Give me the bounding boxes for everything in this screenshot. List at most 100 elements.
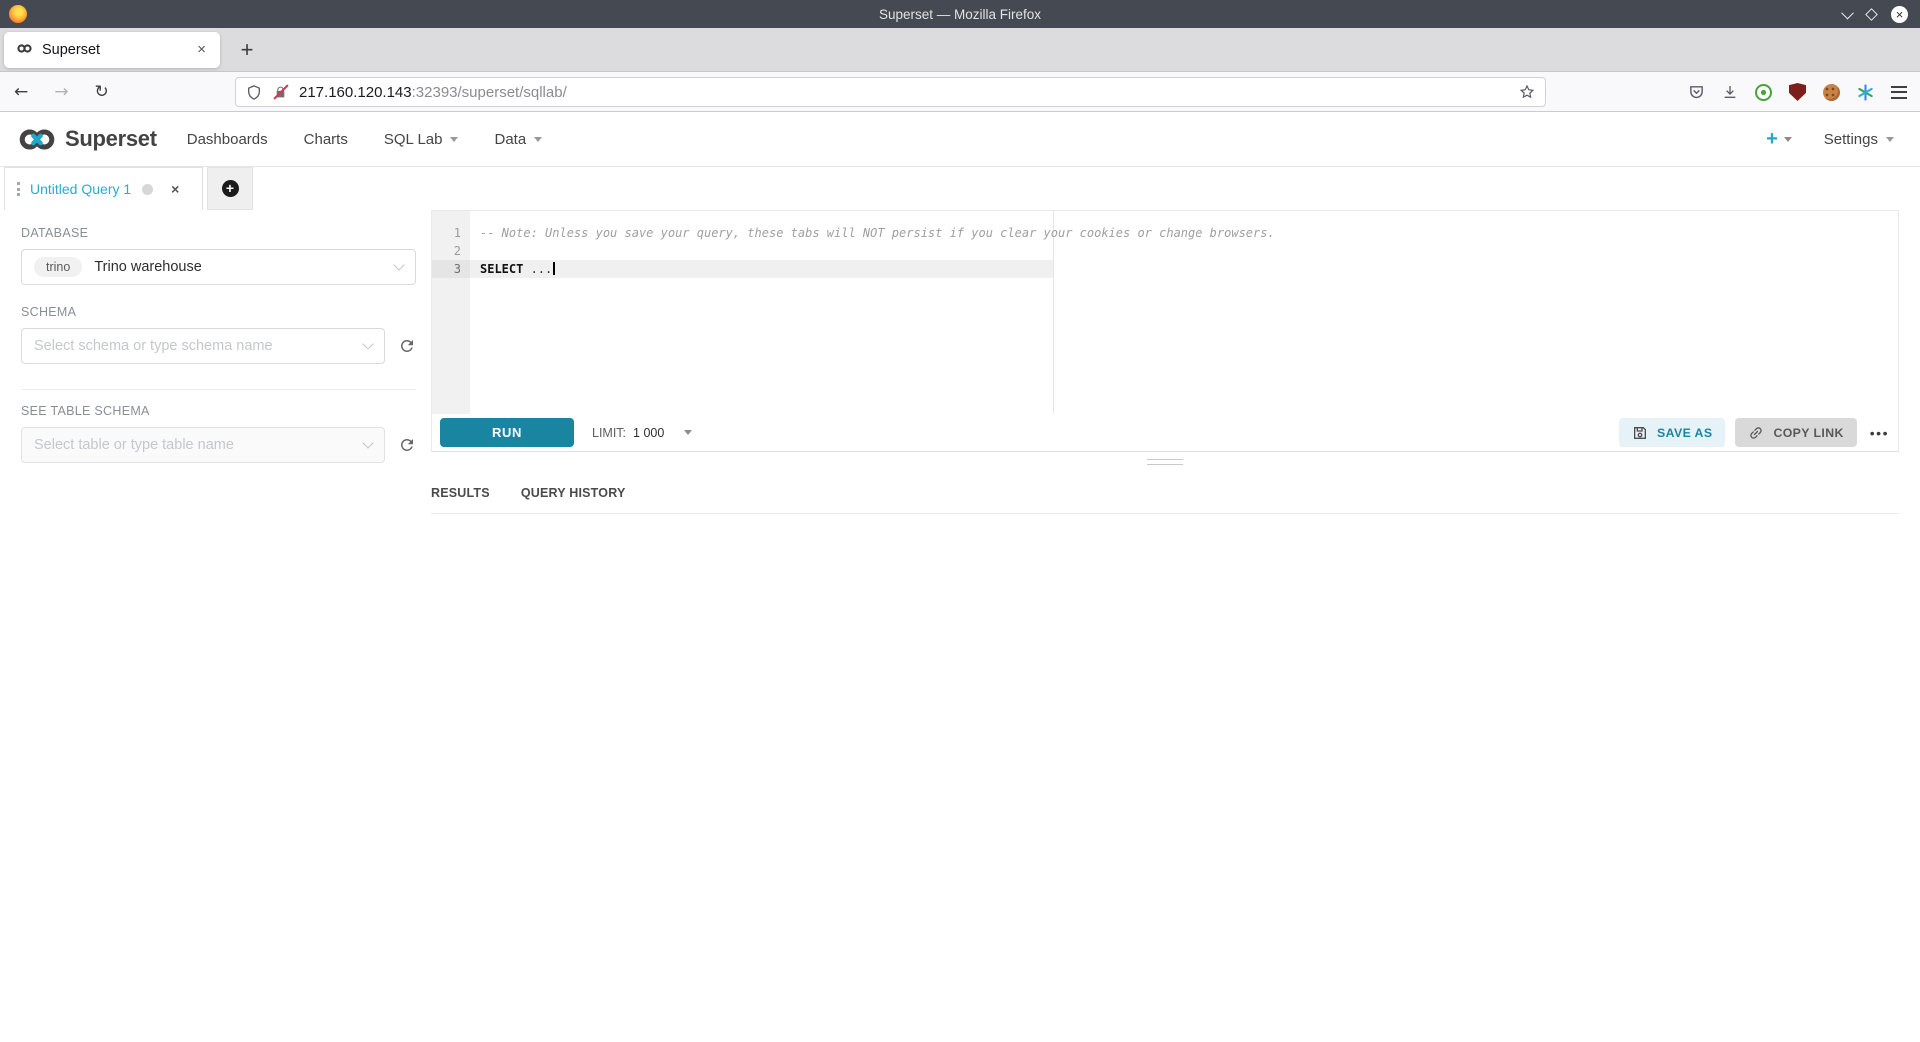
tracking-shield-icon[interactable] — [246, 84, 262, 101]
sqllab-main: DATABASE trino Trino warehouse SCHEMA Se… — [0, 210, 1920, 1041]
browser-tab-superset[interactable]: Superset × — [4, 32, 220, 68]
save-as-button[interactable]: SAVE AS — [1619, 418, 1725, 447]
brand-name[interactable]: Superset — [65, 126, 157, 152]
pocket-icon[interactable] — [1688, 84, 1705, 101]
more-menu-icon[interactable]: ••• — [1870, 425, 1889, 441]
limit-control[interactable]: LIMIT: 1 000 — [592, 426, 692, 440]
extension-asterisk-icon[interactable] — [1857, 84, 1874, 101]
editor-toolbar: RUN LIMIT: 1 000 SAVE AS — [432, 414, 1898, 452]
sidebar-divider — [21, 389, 416, 390]
drag-handle-icon — [1147, 459, 1183, 465]
sqllab-sidebar: DATABASE trino Trino warehouse SCHEMA Se… — [0, 210, 431, 1041]
chevron-down-icon — [362, 437, 373, 448]
browser-tab-title: Superset — [42, 42, 193, 58]
query-tab-close-icon[interactable]: × — [171, 182, 179, 196]
back-icon[interactable]: ← — [14, 82, 28, 102]
ublock-shield-icon[interactable] — [1789, 83, 1806, 101]
editor-code: -- Note: Unless you save your query, the… — [470, 224, 1898, 278]
window-title: Superset — Mozilla Firefox — [879, 7, 1041, 22]
browser-tab-close-icon[interactable]: × — [193, 40, 210, 59]
line-number: 3 — [432, 260, 470, 278]
settings-menu[interactable]: Settings — [1824, 131, 1894, 148]
pane-splitter[interactable] — [431, 452, 1899, 472]
cookie-extension-icon[interactable] — [1823, 84, 1840, 101]
forward-icon[interactable]: → — [54, 82, 68, 102]
table-select[interactable]: Select table or type table name — [21, 427, 385, 463]
chevron-down-icon — [393, 259, 404, 270]
drag-dots-icon — [17, 182, 20, 196]
firefox-icon — [9, 5, 27, 23]
database-engine-pill: trino — [34, 257, 82, 277]
browser-nav-buttons: ← → ↻ — [14, 72, 109, 112]
run-button[interactable]: RUN — [440, 418, 574, 447]
superset-favicon-icon — [16, 41, 33, 59]
window-maximize-icon[interactable] — [1865, 8, 1878, 21]
new-tab-button[interactable]: + — [230, 33, 264, 67]
navbar-right: + Settings — [1766, 128, 1894, 151]
caret-down-icon — [684, 430, 692, 435]
window-titlebar: Superset — Mozilla Firefox × — [0, 0, 1920, 28]
lock-slash-icon[interactable] — [274, 85, 287, 99]
nav-item-data[interactable]: Data — [494, 131, 542, 148]
results-tabbar: RESULTS QUERY HISTORY — [431, 472, 1899, 514]
query-status-dot — [142, 184, 153, 195]
table-placeholder: Select table or type table name — [34, 437, 234, 453]
database-select[interactable]: trino Trino warehouse — [21, 249, 416, 285]
download-icon[interactable] — [1722, 84, 1738, 100]
editor-gutter: 1 2 3 — [432, 211, 470, 414]
editor-column: 1 2 3 -- Note: Unless you save your quer… — [431, 210, 1899, 1041]
caret-down-icon — [1886, 137, 1894, 142]
query-tab-untitled[interactable]: Untitled Query 1 × — [4, 167, 203, 210]
window-minimize-icon[interactable] — [1841, 6, 1854, 19]
add-menu-button[interactable]: + — [1766, 128, 1792, 151]
bookmark-star-icon[interactable] — [1519, 84, 1535, 100]
database-value: Trino warehouse — [94, 259, 201, 275]
sql-comment: -- Note: Unless you save your query, the… — [480, 226, 1275, 240]
refresh-table-icon[interactable] — [398, 436, 416, 454]
database-label: DATABASE — [21, 226, 431, 240]
editor-panel: 1 2 3 -- Note: Unless you save your quer… — [431, 210, 1899, 452]
query-tab-label: Untitled Query 1 — [30, 181, 131, 197]
schema-placeholder: Select schema or type schema name — [34, 338, 273, 354]
refresh-schema-icon[interactable] — [398, 337, 416, 355]
tab-query-history[interactable]: QUERY HISTORY — [521, 486, 626, 500]
window-controls: × — [1843, 0, 1908, 28]
sql-editor[interactable]: 1 2 3 -- Note: Unless you save your quer… — [432, 211, 1898, 414]
chevron-down-icon — [362, 338, 373, 349]
table-schema-label: SEE TABLE SCHEMA — [21, 404, 431, 418]
active-line: SELECT ... — [470, 260, 1053, 278]
line-number: 2 — [432, 242, 470, 260]
text-cursor — [553, 262, 555, 275]
superset-logo-icon[interactable] — [16, 127, 58, 152]
save-icon — [1632, 425, 1648, 441]
reload-icon[interactable]: ↻ — [95, 82, 109, 102]
sql-keyword: SELECT — [480, 262, 523, 276]
line-number: 1 — [432, 224, 470, 242]
caret-down-icon — [450, 137, 458, 142]
url-text: 217.160.120.143:32393/superset/sqllab/ — [299, 84, 567, 101]
nav-item-dashboards[interactable]: Dashboards — [187, 131, 268, 148]
extension-green-icon[interactable] — [1755, 84, 1772, 101]
browser-toolbar: ← → ↻ 217.160.120.143:32393/superset/sql… — [0, 72, 1920, 112]
caret-down-icon — [534, 137, 542, 142]
navbar-items: Dashboards Charts SQL Lab Data — [187, 131, 542, 148]
menu-icon[interactable] — [1891, 86, 1907, 99]
limit-label: LIMIT: — [592, 426, 626, 440]
url-bar[interactable]: 217.160.120.143:32393/superset/sqllab/ — [235, 77, 1546, 107]
url-host: 217.160.120.143 — [299, 84, 412, 101]
schema-select[interactable]: Select schema or type schema name — [21, 328, 385, 364]
limit-value: 1 000 — [633, 426, 664, 440]
nav-item-charts[interactable]: Charts — [304, 131, 348, 148]
plus-circle-icon: + — [222, 180, 239, 197]
url-path: :32393/superset/sqllab/ — [412, 84, 567, 101]
query-tabstrip: Untitled Query 1 × + — [0, 167, 1920, 210]
browser-extension-cluster — [1688, 72, 1907, 112]
copy-link-button[interactable]: COPY LINK — [1735, 418, 1856, 447]
window-close-icon[interactable]: × — [1891, 6, 1908, 23]
link-icon — [1745, 421, 1768, 444]
superset-navbar: Superset Dashboards Charts SQL Lab Data … — [0, 112, 1920, 167]
nav-item-sql-lab[interactable]: SQL Lab — [384, 131, 459, 148]
add-query-tab-button[interactable]: + — [207, 167, 253, 210]
browser-tabstrip: Superset × + — [0, 28, 1920, 72]
tab-results[interactable]: RESULTS — [431, 486, 490, 500]
